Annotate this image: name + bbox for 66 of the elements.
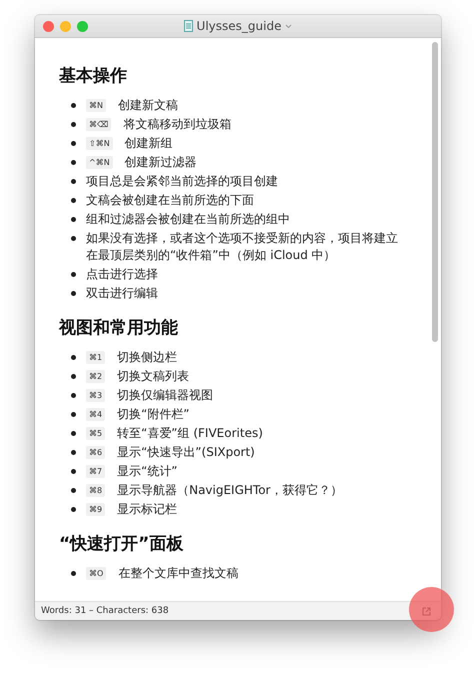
- list-item-text: 创建新文稿: [118, 97, 179, 114]
- scrollbar[interactable]: [432, 42, 438, 342]
- highlight-circle: [409, 587, 454, 632]
- section-heading: 基本操作: [59, 65, 128, 87]
- list-item-text: 显示“快速导出”(SIXport): [117, 444, 256, 461]
- shortcut-key: ⌘⌫: [86, 118, 112, 131]
- shortcut-key: ⌘9: [86, 503, 106, 516]
- bullet-icon: [71, 374, 76, 379]
- list-item-text: 将文稿移动到垃圾箱: [123, 116, 232, 133]
- section-heading: 视图和常用功能: [59, 317, 179, 339]
- shortcut-key: ⌘4: [86, 408, 106, 421]
- shortcut-key: ⌘6: [86, 446, 106, 459]
- bullet-icon: [71, 431, 76, 436]
- bullet-icon: [71, 571, 76, 576]
- shortcut-key: ⌘N: [86, 99, 106, 112]
- bullet-icon: [71, 469, 76, 474]
- shortcut-key: ⌘O: [86, 567, 106, 580]
- bullet-icon: [71, 179, 76, 184]
- document-icon: [184, 20, 193, 32]
- shortcut-key: ⇧⌘N: [86, 137, 113, 150]
- list-item-text: 显示“统计”: [117, 463, 179, 480]
- list-item-text: 切换侧边栏: [117, 349, 178, 366]
- window-title: Ulysses_guide: [196, 19, 282, 33]
- shortcut-key: ⌘1: [86, 351, 106, 364]
- shortcut-key: ⌘8: [86, 484, 106, 497]
- bullet-icon: [71, 198, 76, 203]
- bullet-icon: [71, 122, 76, 127]
- list-item-text: 创建新组: [124, 135, 174, 152]
- shortcut-key: ⌘7: [86, 465, 106, 478]
- section-heading: “快速打开”面板: [59, 533, 184, 555]
- shortcut-key: ⌘3: [86, 389, 106, 402]
- list-item-text: 转至“喜爱”组 (FIVEorites): [117, 425, 264, 442]
- list-item-text: 如果没有选择，或者这个选项不接受新的内容，项目将建立在最顶层类别的“收件箱”中（例如 iCloud 中）: [86, 230, 399, 264]
- zoom-button[interactable]: [77, 20, 88, 32]
- word-count: Words: 31 – Characters: 638: [41, 606, 169, 616]
- bullet-icon: [71, 160, 76, 165]
- shortcut-key: ⌘5: [86, 427, 106, 440]
- list-item-text: 文稿会被创建在当前所选的下面: [86, 192, 255, 209]
- list-item-text: 双击进行编辑: [86, 285, 159, 302]
- bullet-icon: [71, 355, 76, 360]
- shortcut-key: ⌘2: [86, 370, 106, 383]
- close-button[interactable]: [43, 20, 54, 32]
- minimize-button[interactable]: [60, 20, 71, 32]
- list-item-text: 切换仅编辑器视图: [117, 387, 214, 404]
- bullet-icon: [71, 272, 76, 277]
- bullet-icon: [71, 488, 76, 493]
- bullet-icon: [71, 103, 76, 108]
- bullet-icon: [71, 393, 76, 398]
- list-item-text: 组和过滤器会被创建在当前所选的组中: [86, 211, 291, 228]
- bullet-icon: [71, 507, 76, 512]
- bullet-icon: [71, 141, 76, 146]
- bullet-icon: [71, 236, 76, 241]
- bullet-icon: [71, 291, 76, 296]
- shortcut-key: ^⌘N: [86, 156, 113, 169]
- list-item-text: 创建新过滤器: [124, 154, 198, 171]
- list-item-text: 切换“附件栏”: [117, 406, 191, 423]
- list-item-text: 显示导航器（NavigEIGHTor，获得它？）: [117, 482, 344, 499]
- chevron-icon[interactable]: [285, 24, 292, 28]
- list-item-text: 在整个文库中查找文稿: [118, 565, 240, 582]
- bullet-icon: [71, 412, 76, 417]
- list-item-text: 切换文稿列表: [117, 368, 190, 385]
- list-item-text: 显示标记栏: [117, 501, 178, 518]
- list-item-text: 点击进行选择: [86, 266, 159, 283]
- bullet-icon: [71, 217, 76, 222]
- list-item-text: 项目总是会紧邻当前选择的项目创建: [86, 173, 279, 190]
- bullet-icon: [71, 450, 76, 455]
